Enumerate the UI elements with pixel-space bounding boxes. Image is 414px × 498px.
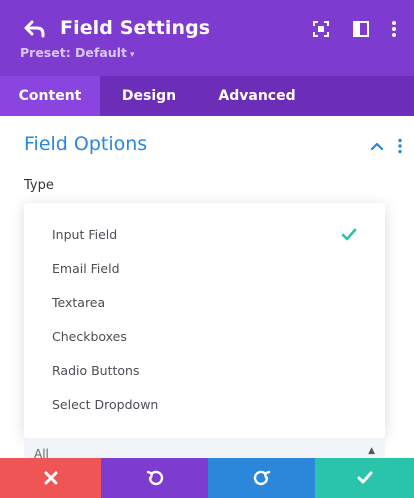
tab-design[interactable]: Design: [100, 76, 198, 116]
select-value: All: [34, 447, 49, 458]
action-footer: [0, 458, 414, 498]
option-label: Email Field: [52, 261, 120, 276]
settings-header: Field Settings Preset: Default ▾: [0, 0, 414, 76]
close-icon: [44, 471, 57, 485]
undo-button[interactable]: [101, 458, 208, 498]
close-button[interactable]: [0, 458, 101, 498]
select-arrows-icon: ▲: [368, 446, 375, 456]
option-input-field[interactable]: Input Field: [24, 218, 385, 252]
page-title: Field Settings: [60, 17, 211, 39]
section-more-icon[interactable]: [393, 138, 407, 154]
tab-bar: Content Design Advanced: [0, 76, 414, 116]
save-button[interactable]: [315, 458, 414, 498]
section-title[interactable]: Field Options: [24, 133, 147, 155]
type-dropdown-menu: Input Field Email Field Textarea Checkbo…: [24, 203, 385, 438]
option-email-field[interactable]: Email Field: [24, 252, 385, 286]
option-radio-buttons[interactable]: Radio Buttons: [24, 354, 385, 388]
option-label: Radio Buttons: [52, 363, 140, 378]
option-textarea[interactable]: Textarea: [24, 286, 385, 320]
redo-icon: [253, 470, 270, 486]
option-label: Input Field: [52, 227, 118, 242]
redo-button[interactable]: [208, 458, 315, 498]
check-icon: [341, 227, 357, 241]
option-checkboxes[interactable]: Checkboxes: [24, 320, 385, 354]
undo-icon: [146, 470, 163, 486]
preset-label: Preset: Default: [20, 45, 127, 60]
tab-content[interactable]: Content: [0, 76, 100, 116]
option-label: Checkboxes: [52, 329, 127, 344]
option-label: Select Dropdown: [52, 397, 159, 412]
more-options-icon[interactable]: [386, 20, 402, 38]
chevron-up-icon[interactable]: [369, 138, 385, 152]
sidebar-layout-icon[interactable]: [352, 20, 370, 38]
caret-down-icon: ▾: [129, 50, 135, 60]
next-select-field[interactable]: All ▲: [24, 438, 385, 458]
option-label: Textarea: [52, 295, 106, 310]
save-check-icon: [357, 471, 372, 484]
tab-advanced[interactable]: Advanced: [198, 76, 316, 116]
option-select-dropdown[interactable]: Select Dropdown: [24, 388, 385, 422]
preset-selector[interactable]: Preset: Default ▾: [20, 45, 134, 60]
back-arrow-icon[interactable]: [24, 18, 46, 40]
focus-mode-icon[interactable]: [312, 20, 330, 38]
type-field-label: Type: [24, 178, 54, 193]
